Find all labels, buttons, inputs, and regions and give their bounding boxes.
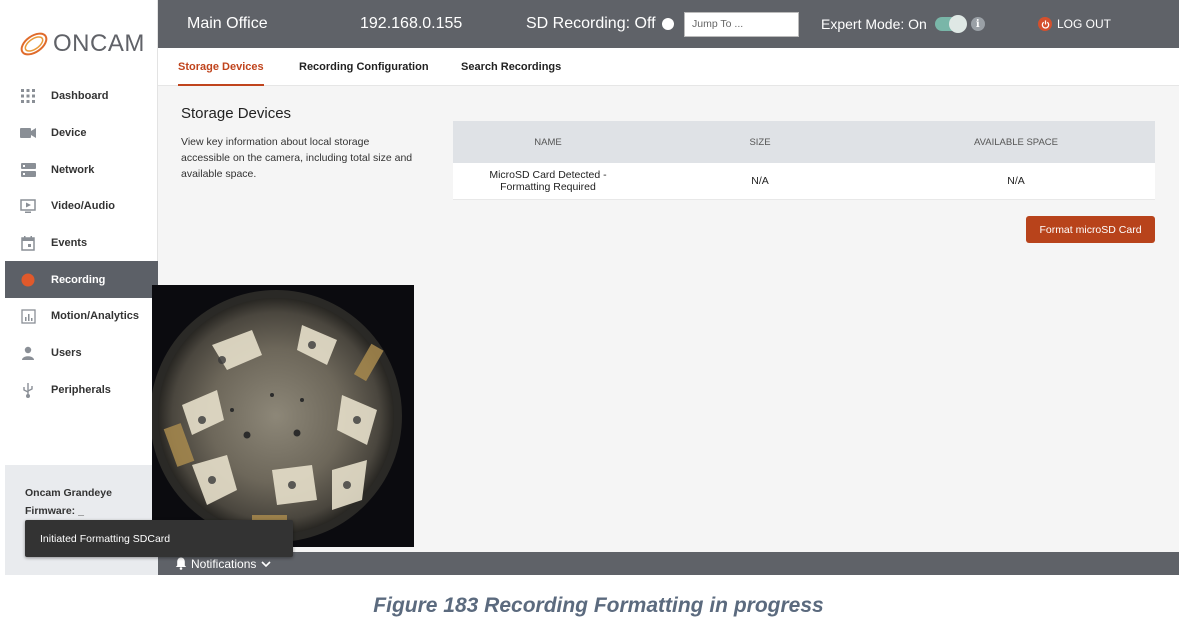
sidebar-nav: Dashboard Device Network Video/Audio Eve… [5,78,158,408]
cell-size: N/A [751,175,769,187]
sidebar-item-label: Device [51,127,87,140]
sidebar-item-label: Dashboard [51,90,109,103]
format-microsd-button[interactable]: Format microSD Card [1026,216,1155,243]
toggle-knob [948,15,967,33]
server-icon [19,161,37,179]
monitor-icon [19,197,37,215]
status-dot-icon [661,18,674,30]
sidebar-item-label: Network [51,163,95,176]
power-icon [1038,17,1052,31]
brand-name: ONCAM [53,30,145,57]
sidebar-item-video-audio[interactable]: Video/Audio [5,188,158,225]
analytics-icon [19,307,37,325]
grid-icon [19,87,37,105]
sidebar-item-label: Events [51,237,88,250]
tab-search-recordings[interactable]: Search Recordings [461,48,561,86]
figure-caption: Figure 183 Recording Formatting in progr… [373,594,824,617]
cell-available: N/A [1007,175,1025,187]
camera-preview [152,285,414,547]
oncam-logo: ONCAM [17,24,145,64]
oncam-swirl-icon [20,32,48,56]
sidebar-item-peripherals[interactable]: Peripherals [5,372,158,409]
cell-name: MicroSD Card Detected - Formatting Requi… [489,169,607,193]
sidebar-item-label: Recording [51,273,106,286]
tab-storage-devices[interactable]: Storage Devices [178,48,264,86]
sidebar-item-dashboard[interactable]: Dashboard [5,78,158,115]
sidebar-item-network[interactable]: Network [5,151,158,188]
sidebar-item-recording[interactable]: Recording [5,261,158,299]
sidebar-item-label: Peripherals [51,383,111,396]
logout-button[interactable]: LOG OUT [1038,0,1111,48]
expert-mode: Expert Mode: On i [821,0,985,48]
jump-to-input[interactable] [684,11,799,37]
expert-mode-toggle[interactable] [934,15,967,33]
user-icon [19,344,37,362]
storage-table: NAME SIZE AVAILABLE SPACE MicroSD Card D… [453,121,1155,200]
toast-notification: Initiated Formatting SDCard [25,520,293,557]
sd-recording-label: SD Recording: Off [526,15,656,32]
sidebar-item-events[interactable]: Events [5,225,158,262]
site-name: Main Office [187,15,268,32]
column-header-available: AVAILABLE SPACE [974,136,1058,148]
toast-message: Initiated Formatting SDCard [40,532,171,545]
sidebar-item-label: Users [51,347,82,360]
info-icon[interactable]: i [970,17,985,31]
jump-to [684,0,799,48]
camera-ip: 192.168.0.155 [360,15,463,32]
bell-icon [175,557,187,570]
notifications-label: Notifications [191,556,257,571]
tab-bar: Storage Devices Recording Configuration … [158,48,1179,86]
calendar-icon [19,234,37,252]
device-model: Oncam Grandeye [25,487,112,499]
fisheye-image [152,290,402,542]
logout-label: LOG OUT [1057,17,1112,31]
tab-recording-configuration[interactable]: Recording Configuration [299,48,429,86]
table-header: NAME SIZE AVAILABLE SPACE [453,121,1155,163]
column-header-size: SIZE [749,136,771,148]
usb-icon [19,381,37,399]
camera-icon [19,124,37,142]
chevron-down-icon [261,560,271,567]
sidebar-item-motion-analytics[interactable]: Motion/Analytics [5,298,158,335]
firmware-version: Firmware: _ [25,505,84,517]
sd-recording-status: SD Recording: Off [526,0,674,48]
bottom-bar: Notifications [158,552,1179,575]
sidebar-item-label: Video/Audio [51,200,115,213]
table-row: MicroSD Card Detected - Formatting Requi… [453,163,1155,200]
expert-mode-label: Expert Mode: On [821,16,927,32]
top-bar: Main Office 192.168.0.155 SD Recording: … [158,0,1179,48]
section-title: Storage Devices [181,105,292,122]
record-icon [19,271,37,289]
sidebar: ONCAM Dashboard Device Network Video/Aud… [5,0,158,575]
sidebar-item-label: Motion/Analytics [51,310,140,323]
sidebar-item-device[interactable]: Device [5,115,158,152]
column-header-name: NAME [534,136,562,148]
section-description: View key information about local storage… [181,136,413,180]
sidebar-item-users[interactable]: Users [5,335,158,372]
